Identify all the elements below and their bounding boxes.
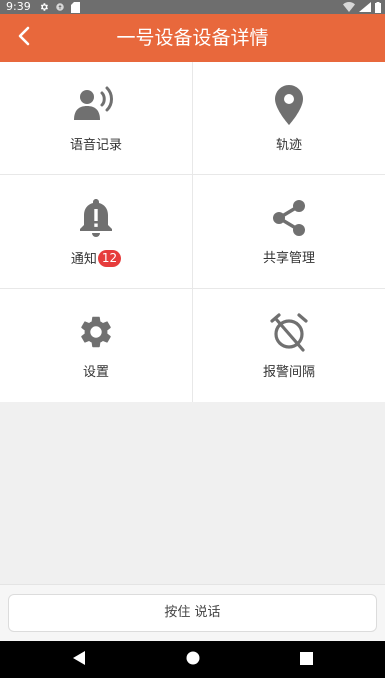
bell-icon — [0, 197, 192, 239]
status-bar: 9:39 — [0, 0, 385, 14]
menu-item-voice-record[interactable]: 语音记录 — [0, 62, 193, 175]
menu-label-voice-record: 语音记录 — [69, 138, 122, 153]
page-title: 一号设备设备详情 — [116, 27, 269, 49]
location-pin-icon — [193, 84, 385, 126]
chevron-left-icon — [17, 26, 31, 50]
system-nav-bar — [0, 641, 385, 678]
cell-signal-icon — [359, 2, 371, 12]
status-notifications — [39, 1, 80, 13]
menu-label-notification: 通知 12 — [0, 250, 192, 269]
push-to-talk-button[interactable]: 按住 说话 — [8, 594, 377, 632]
alarm-off-icon — [193, 311, 385, 353]
wifi-signal-icon — [343, 2, 355, 12]
app-header: 一号设备设备详情 — [0, 14, 385, 62]
nav-back-button[interactable] — [54, 641, 104, 678]
gear-icon — [0, 311, 192, 353]
menu-label-alarm-interval: 报警间隔 — [262, 365, 315, 380]
device-menu-grid: 语音记录 轨迹 通知 12 共享管理 设置 报警间隔 — [0, 62, 385, 402]
square-recents-icon — [299, 650, 313, 669]
share-icon — [193, 197, 385, 239]
status-time: 9:39 — [6, 0, 31, 13]
menu-item-notification[interactable]: 通知 12 — [0, 175, 193, 289]
menu-item-track[interactable]: 轨迹 — [193, 62, 385, 175]
nav-recents-button[interactable] — [281, 641, 331, 678]
sd-card-status-icon — [70, 1, 80, 13]
battery-icon — [375, 1, 381, 13]
menu-label-settings: 设置 — [82, 365, 109, 380]
menu-item-share-manage[interactable]: 共享管理 — [193, 175, 385, 289]
triangle-back-icon — [72, 650, 86, 669]
notification-label-text: 通知 — [70, 252, 97, 267]
back-button[interactable] — [10, 24, 38, 52]
menu-label-share-manage: 共享管理 — [262, 251, 315, 266]
settings-status-icon — [39, 2, 49, 12]
talk-bar: 按住 说话 — [0, 584, 385, 641]
voice-speaker-icon — [0, 84, 192, 126]
status-system-icons — [343, 0, 381, 14]
notification-count-badge: 12 — [97, 250, 122, 267]
menu-label-track: 轨迹 — [275, 138, 302, 153]
vpn-status-icon — [55, 2, 65, 12]
menu-item-alarm-interval[interactable]: 报警间隔 — [193, 289, 385, 402]
circle-home-icon — [186, 650, 200, 669]
menu-item-settings[interactable]: 设置 — [0, 289, 193, 402]
nav-home-button[interactable] — [168, 641, 218, 678]
